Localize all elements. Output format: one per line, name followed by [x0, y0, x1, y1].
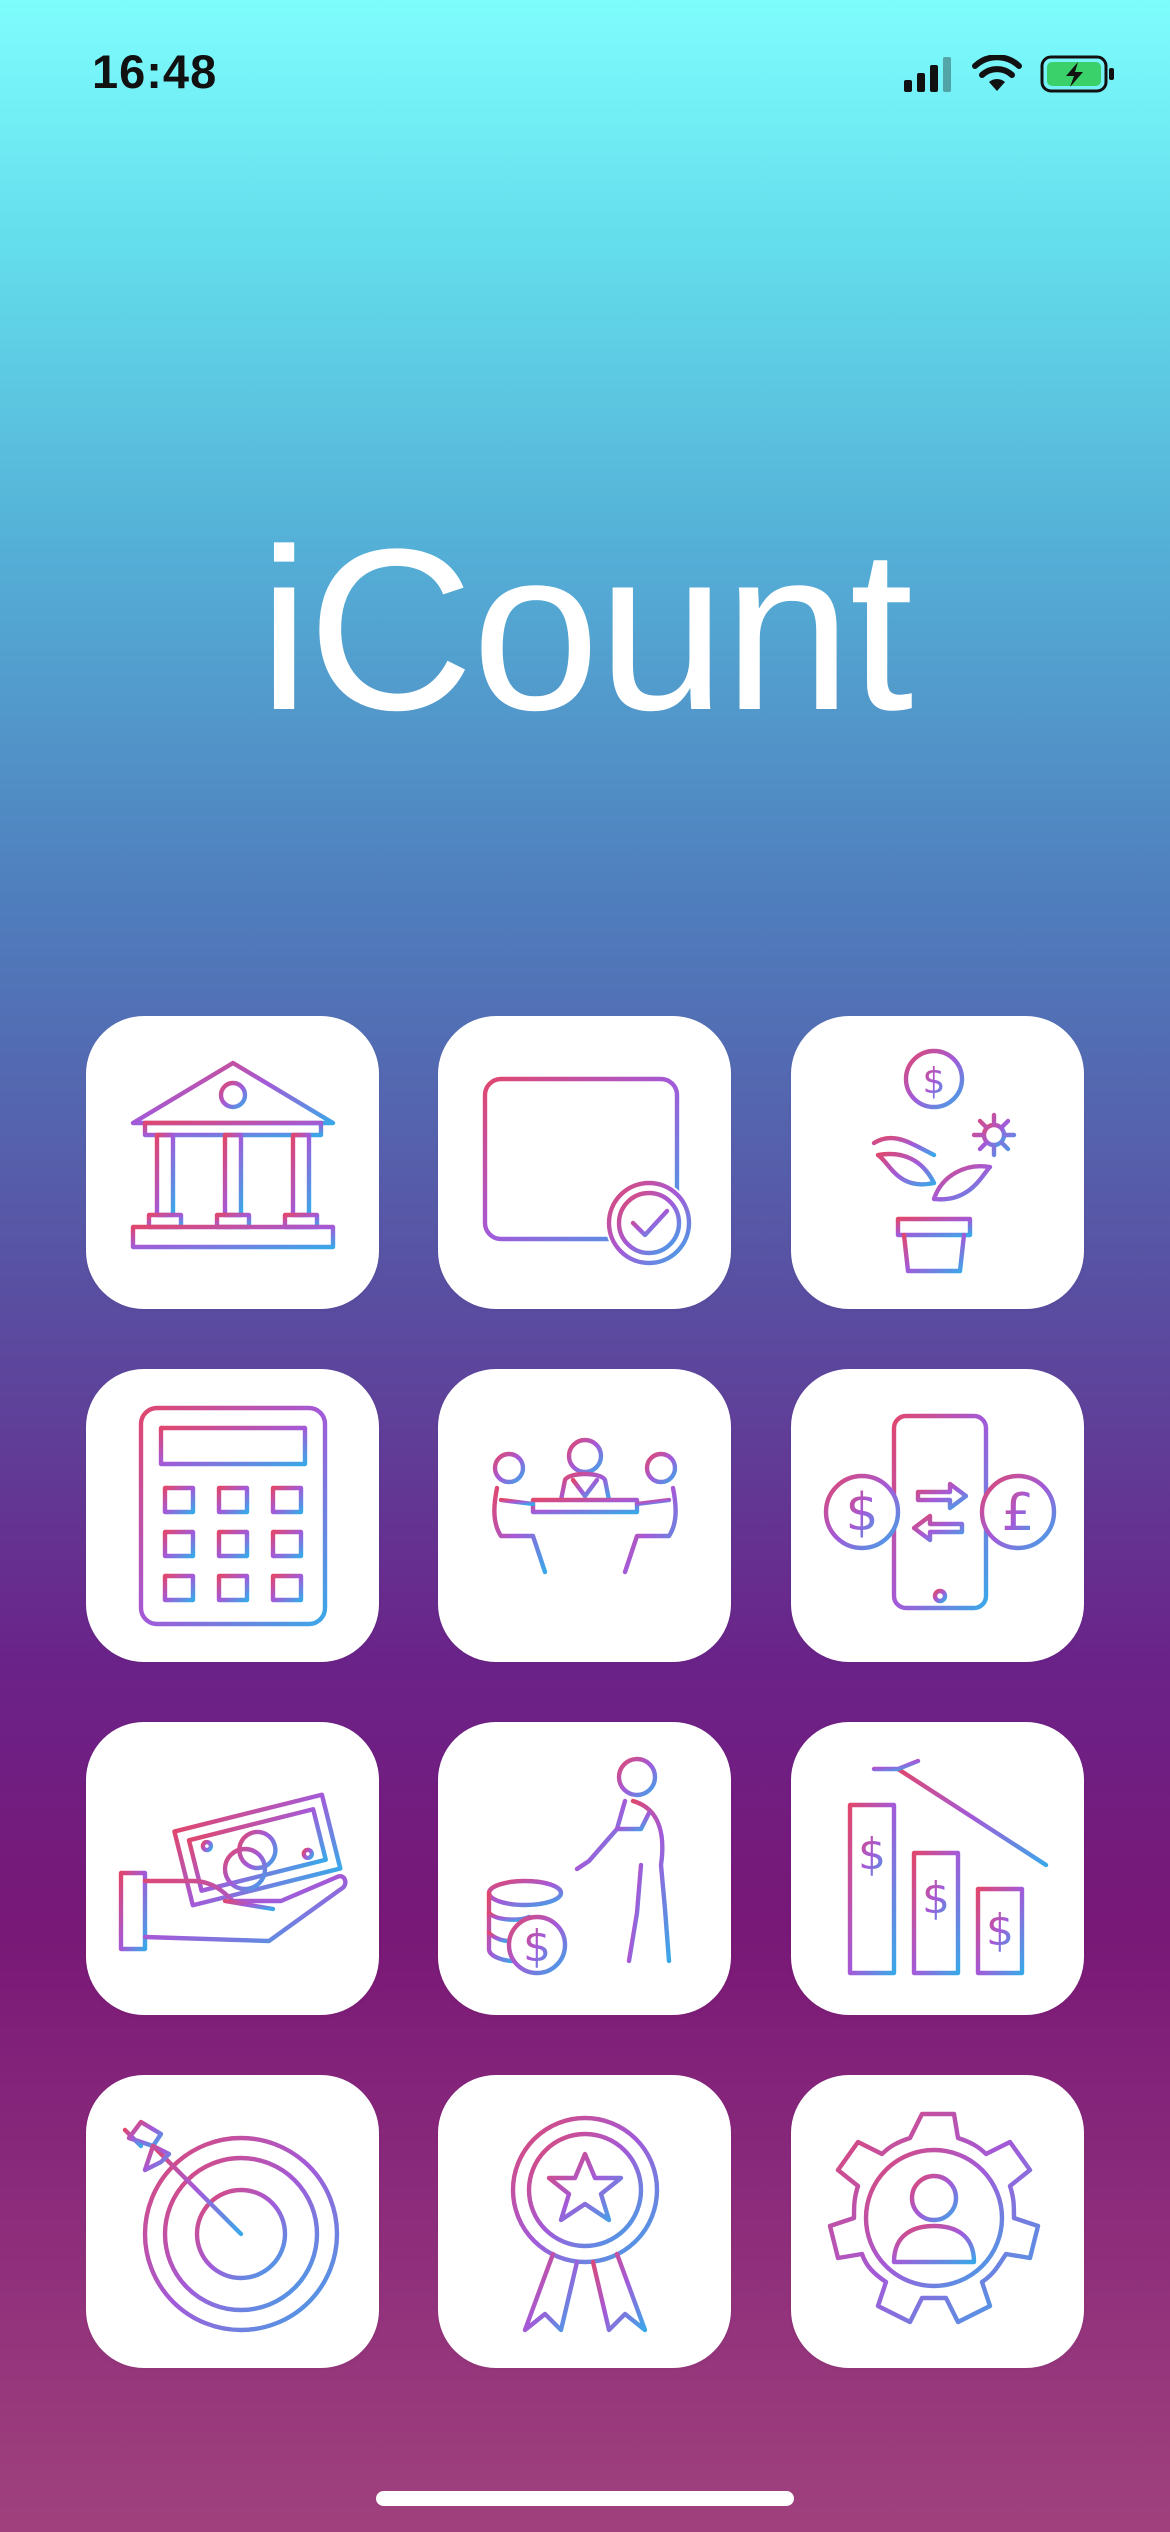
tile-declining-chart[interactable]: $ $ $ — [791, 1722, 1084, 2015]
tile-calculator[interactable] — [86, 1369, 379, 1662]
wifi-icon — [972, 55, 1022, 91]
status-icons — [904, 52, 1116, 96]
declining-chart-icon: $ $ $ — [827, 1758, 1052, 1975]
user-settings-icon — [827, 2111, 1040, 2324]
hand-money-icon — [118, 1792, 348, 1951]
cellular-signal-icon — [904, 57, 951, 92]
svg-text:$: $ — [523, 1921, 551, 1972]
currency-exchange-icon: $ £ — [823, 1413, 1056, 1610]
svg-text:$: $ — [922, 1873, 950, 1924]
retirement-savings-icon: $ — [486, 1756, 671, 1975]
status-bar: 16:48 — [0, 0, 1170, 150]
app-title: iCount — [258, 501, 914, 758]
calendar-check-icon — [482, 1064, 693, 1267]
home-indicator[interactable] — [376, 2491, 794, 2506]
tile-hand-money[interactable] — [86, 1722, 379, 2015]
tile-currency-exchange[interactable]: $ £ — [791, 1369, 1084, 1662]
tile-bank[interactable] — [86, 1016, 379, 1309]
status-time: 16:48 — [92, 45, 218, 98]
svg-text:$: $ — [858, 1829, 886, 1880]
svg-text:£: £ — [1001, 1483, 1034, 1543]
tile-meeting[interactable] — [438, 1369, 731, 1662]
calculator-icon — [138, 1405, 327, 1626]
bank-icon — [130, 1060, 335, 1249]
target-icon — [122, 2119, 339, 2332]
money-plant-icon: $ — [871, 1048, 1016, 1273]
award-badge-icon — [510, 2115, 659, 2332]
tile-calendar[interactable] — [438, 1016, 731, 1309]
tile-money-plant[interactable]: $ — [791, 1016, 1084, 1309]
tile-target[interactable] — [86, 2075, 379, 2368]
svg-text:$: $ — [845, 1483, 878, 1543]
meeting-icon — [474, 1437, 695, 1582]
svg-text:$: $ — [986, 1905, 1014, 1956]
tile-retirement-savings[interactable]: $ — [438, 1722, 731, 2015]
icon-grid: $ $ £ $ $ $ $ — [86, 1016, 1084, 2368]
tile-award-badge[interactable] — [438, 2075, 731, 2368]
svg-text:$: $ — [922, 1061, 945, 1102]
battery-charging-icon — [1040, 55, 1114, 93]
tile-user-settings[interactable] — [791, 2075, 1084, 2368]
